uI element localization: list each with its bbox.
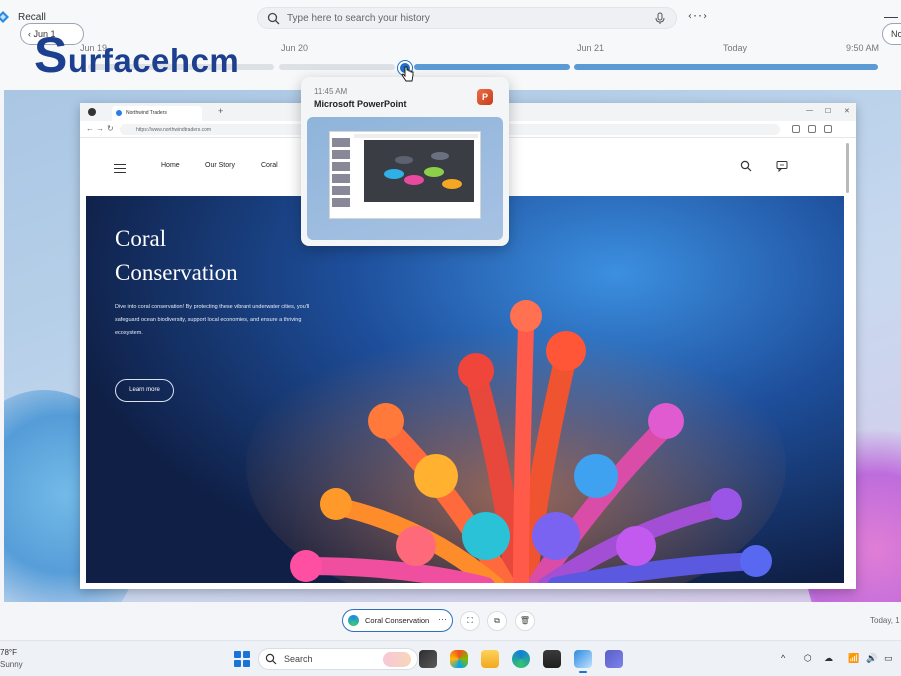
recall-app-icon	[0, 11, 9, 23]
site-search-icon[interactable]	[740, 160, 752, 172]
back-icon[interactable]: ←	[86, 124, 94, 133]
tray-overflow-chevron-icon[interactable]: ^	[781, 653, 785, 663]
timeline-next-button[interactable]: No	[882, 23, 901, 45]
snapshot-app-pill[interactable]: Coral Conservation ···	[342, 609, 453, 632]
tray-app-icon[interactable]: ⬡	[804, 653, 812, 664]
profile-avatar[interactable]	[88, 108, 96, 116]
window-maximize-icon[interactable]: ☐	[825, 107, 831, 115]
timeline-segment[interactable]	[279, 64, 395, 70]
windows-taskbar: 78°F Sunny Search ^ ⬡ ☁ 📶 🔊 ▭	[0, 640, 901, 676]
snapshot-title: Coral Conservation	[365, 616, 430, 625]
powerpoint-window-thumbnail	[329, 131, 481, 219]
edge-icon	[348, 615, 359, 626]
timeline-preview-card[interactable]: 11:45 AM Microsoft PowerPoint P	[301, 77, 509, 246]
recall-taskbar-icon[interactable]	[574, 650, 592, 673]
preview-app-name: Microsoft PowerPoint	[314, 99, 407, 109]
settings-menu-icon[interactable]	[824, 125, 832, 133]
timeline-date: Today	[723, 43, 748, 53]
forward-icon[interactable]: →	[96, 124, 104, 133]
battery-icon[interactable]: ▭	[884, 653, 893, 664]
edge-browser-icon[interactable]	[512, 650, 530, 668]
recall-title-bar: Recall ‹··› —	[0, 0, 901, 34]
hand-cursor-icon	[401, 66, 414, 82]
timeline-date: Jun 20	[281, 43, 309, 53]
taskbar-search-box[interactable]: Search	[258, 648, 418, 670]
watermark-logo: Surfacehcm	[34, 30, 239, 80]
copy-icon[interactable]: ⧉	[487, 611, 507, 631]
delete-icon[interactable]: 🗑	[515, 611, 535, 631]
minimize-button[interactable]: —	[884, 8, 898, 24]
onedrive-icon[interactable]: ☁	[824, 653, 833, 664]
chat-icon[interactable]	[776, 160, 788, 172]
wifi-icon[interactable]: 📶	[848, 653, 859, 664]
refresh-icon[interactable]: ↻	[107, 124, 114, 133]
volume-icon[interactable]: 🔊	[866, 653, 877, 664]
timeline-date: 9:50 AM	[846, 43, 880, 53]
hero-section: Coral Conservation Dive into coral conse…	[86, 196, 844, 583]
browser-tab[interactable]: Northwind Traders	[112, 106, 202, 121]
weather-description: Sunny	[0, 660, 23, 669]
history-search-box[interactable]	[257, 7, 677, 29]
hero-description: Dive into coral conservation! By protect…	[115, 304, 310, 336]
snapshot-actions-bar: Coral Conservation ··· ⛶ ⧉ 🗑 Today, 1	[0, 602, 901, 640]
nav-link-our-story[interactable]: Our Story	[205, 162, 235, 169]
task-view-icon[interactable]	[419, 650, 437, 668]
snapshot-timestamp: Today, 1	[870, 616, 900, 625]
expand-code-icon[interactable]: ‹··›	[687, 11, 708, 22]
hero-title-line: Coral	[115, 226, 167, 251]
timeline-segment[interactable]	[414, 64, 570, 70]
window-minimize-icon[interactable]: —	[806, 107, 813, 114]
learn-more-button[interactable]: Learn more	[115, 379, 174, 402]
nav-link-coral[interactable]: Coral	[261, 162, 278, 169]
preview-time: 11:45 AM	[314, 87, 348, 96]
favorites-icon[interactable]	[792, 125, 800, 133]
slide-rail-thumbnail	[332, 138, 352, 216]
file-explorer-icon[interactable]	[481, 650, 499, 668]
nav-link-home[interactable]: Home	[161, 162, 180, 169]
powerpoint-icon: P	[477, 89, 493, 105]
next-button-label: No	[891, 29, 901, 39]
search-icon	[267, 12, 280, 25]
collections-icon[interactable]	[808, 125, 816, 133]
screenshot-select-icon[interactable]: ⛶	[460, 611, 480, 631]
slide-image-thumbnail	[364, 140, 474, 202]
window-close-icon[interactable]: ✕	[844, 107, 850, 115]
page-scrollbar[interactable]	[846, 143, 849, 193]
hamburger-menu-icon[interactable]	[114, 164, 126, 173]
search-highlight-icon	[383, 652, 411, 667]
preview-thumbnail[interactable]	[307, 117, 503, 240]
taskbar-search-label: Search	[284, 654, 313, 664]
sneakers-photo	[364, 140, 474, 202]
copilot-icon[interactable]	[450, 650, 468, 668]
store-icon[interactable]	[543, 650, 561, 668]
microphone-icon[interactable]	[654, 12, 666, 25]
weather-temperature[interactable]: 78°F	[0, 648, 17, 657]
more-options-icon[interactable]: ···	[438, 614, 447, 624]
new-tab-button[interactable]: +	[218, 106, 223, 116]
timeline-date: Jun 21	[577, 43, 605, 53]
teams-icon[interactable]	[605, 650, 623, 668]
watermark-text: urfacehcm	[67, 42, 240, 79]
windows-start-icon[interactable]	[234, 651, 250, 667]
watermark-initial: S	[34, 27, 68, 83]
search-icon	[265, 653, 277, 665]
timeline-segment[interactable]	[574, 64, 878, 70]
app-title: Recall	[18, 12, 46, 23]
hero-title-line: Conservation	[115, 260, 238, 285]
history-search-input[interactable]	[287, 11, 627, 26]
ribbon-thumbnail	[354, 134, 478, 138]
